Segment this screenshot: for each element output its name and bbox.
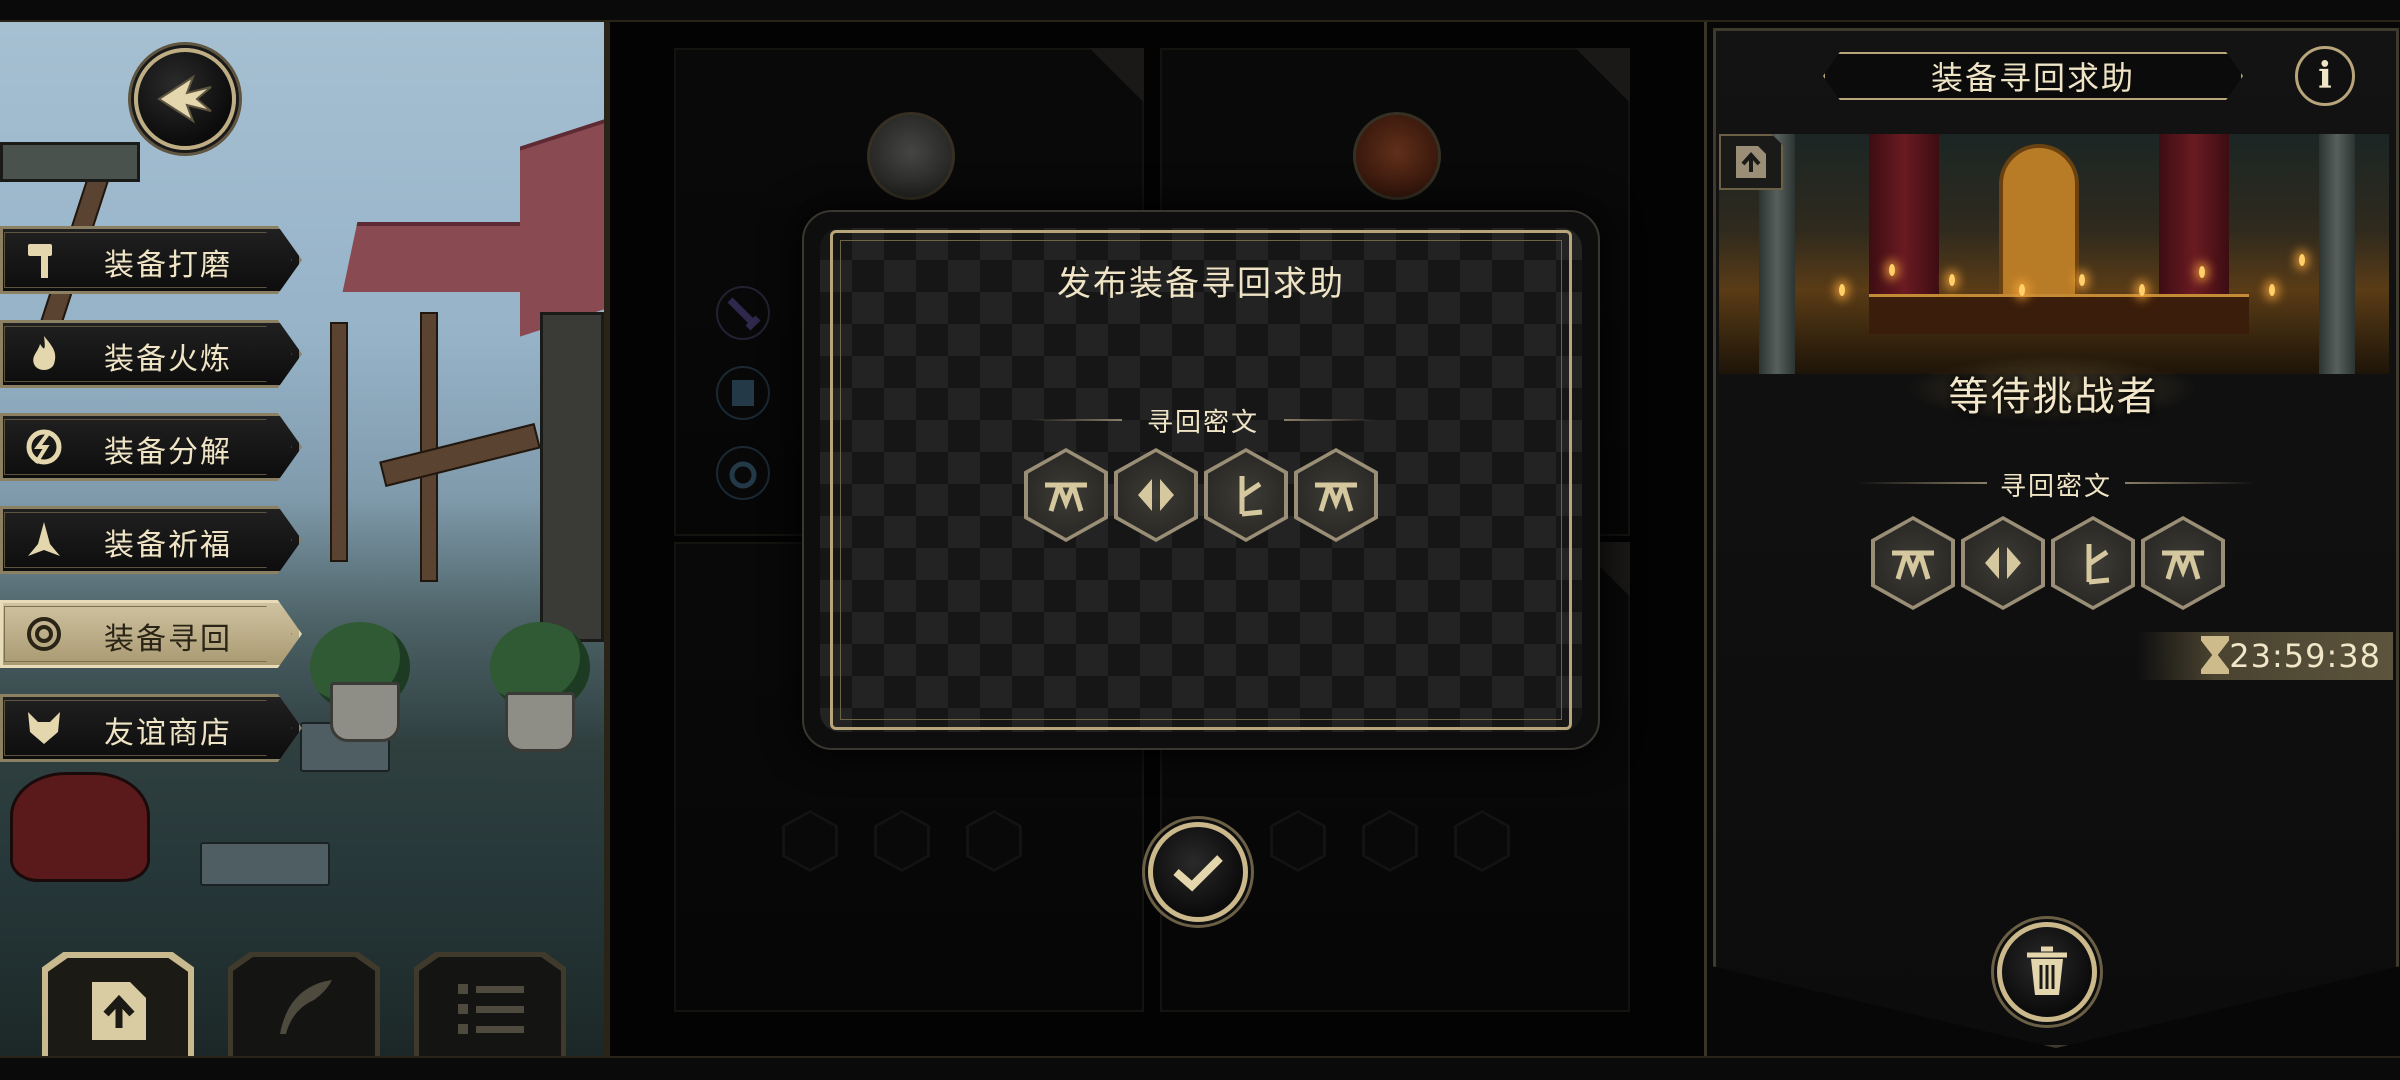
rune-face: [1875, 520, 1951, 606]
delete-button[interactable]: [1997, 922, 2097, 1022]
confirm-button[interactable]: [1148, 822, 1248, 922]
menu-label: 友谊商店: [104, 716, 232, 751]
candle: [2139, 284, 2145, 296]
wood-beam: [330, 322, 348, 562]
divider-line: [2125, 482, 2255, 484]
rune-arch-icon: [2162, 550, 2204, 580]
rune-face: [1208, 452, 1284, 538]
hammer-icon: [28, 244, 52, 278]
rune-arch-icon: [1892, 550, 1934, 580]
checkmark-icon: [1173, 855, 1223, 892]
divider-line: [1030, 419, 1122, 421]
info-button[interactable]: i: [2295, 46, 2355, 106]
feather-icon: [280, 980, 332, 1034]
candle: [1889, 264, 1895, 276]
publish-dialog: 发布装备寻回求助 寻回密文: [802, 210, 1600, 750]
cipher-label: 寻回密文: [1999, 472, 2112, 502]
flower-pot: [330, 682, 400, 742]
cipher-label: 寻回密文: [1146, 408, 1259, 438]
rune-branch-icon: [2086, 544, 2110, 585]
rune-face: [1118, 452, 1194, 538]
flame-icon: [33, 336, 56, 370]
rune-face: [1965, 520, 2041, 606]
back-button[interactable]: [134, 48, 236, 150]
pillar: [2319, 134, 2355, 374]
panel-title: 装备寻回求助: [1930, 59, 2135, 97]
menu-label: 装备祈福: [104, 528, 232, 563]
list-icon: [458, 984, 524, 1034]
npc-character: [10, 772, 150, 882]
fox-icon: [28, 712, 60, 744]
upload-button[interactable]: [42, 952, 194, 1062]
trash-icon: [2027, 946, 2067, 995]
rune-split-icon: [1138, 479, 1174, 511]
golden-arch: [1999, 144, 2079, 304]
menu-item-shop[interactable]: 友谊商店: [0, 694, 302, 762]
rune-face: [2055, 520, 2131, 606]
timer-value: 23:59:38: [2229, 637, 2381, 675]
menu-item-polish[interactable]: 装备打磨: [0, 226, 302, 294]
menu-label: 装备打磨: [104, 248, 232, 283]
house-wall: [540, 312, 604, 642]
divider-line: [1284, 419, 1376, 421]
pray-icon: [28, 522, 60, 556]
menu-label: 装备寻回: [104, 622, 232, 657]
menu-label: 装备火炼: [104, 342, 232, 377]
back-arrow-icon: [157, 74, 212, 124]
candle: [2299, 254, 2305, 266]
menu-item-dismantle[interactable]: 装备分解: [0, 413, 302, 481]
upload-arrow-icon: [1736, 146, 1766, 178]
divider-line: [1857, 482, 1987, 484]
upload-file-icon: [92, 982, 146, 1040]
candle: [2019, 284, 2025, 296]
list-button[interactable]: [414, 952, 566, 1062]
spiral-icon: [27, 617, 61, 651]
rune-face: [1298, 452, 1374, 538]
menu-item-retrieve[interactable]: 装备寻回: [0, 600, 302, 668]
candle: [1949, 274, 1955, 286]
bottom-border: [0, 1056, 2400, 1080]
stone: [200, 842, 330, 886]
rune-face: [1028, 452, 1104, 538]
rune-branch-icon: [1239, 476, 1263, 517]
rune-split-icon: [1985, 547, 2021, 579]
wood-sign: [379, 423, 541, 487]
rune-arch-icon: [1315, 482, 1357, 512]
status-text: 等待挑战者: [1948, 374, 2159, 420]
countdown-timer: 23:59:38: [2137, 632, 2393, 680]
candle: [1839, 284, 1845, 296]
upload-corner-button[interactable]: [1719, 134, 1783, 190]
dialog-title: 发布装备寻回求助: [1057, 264, 1345, 304]
house-roof-2: [520, 117, 604, 337]
menu-item-bless[interactable]: 装备祈福: [0, 506, 302, 574]
info-icon: i: [2318, 55, 2332, 97]
rune-arch-icon: [1045, 482, 1087, 512]
banquet-table: [1869, 294, 2249, 334]
top-border: [0, 0, 2400, 22]
banquet-hall-image: [1719, 134, 2389, 374]
flower-pot: [505, 692, 575, 752]
menu-item-forge[interactable]: 装备火炼: [0, 320, 302, 388]
title-bar: 装备寻回求助: [1823, 52, 2243, 100]
right-panel: 装备寻回求助 i 等待挑战者 寻回密文 23:59:38: [1704, 22, 2400, 1057]
menu-label: 装备分解: [104, 435, 232, 470]
feather-button[interactable]: [228, 952, 380, 1062]
tower-ledge: [0, 142, 140, 182]
candle: [2079, 274, 2085, 286]
candle: [2199, 266, 2205, 278]
rune-face: [2145, 520, 2221, 606]
dialog-frame-inner: [840, 240, 1562, 720]
candle: [2269, 284, 2275, 296]
break-icon: [26, 429, 62, 465]
